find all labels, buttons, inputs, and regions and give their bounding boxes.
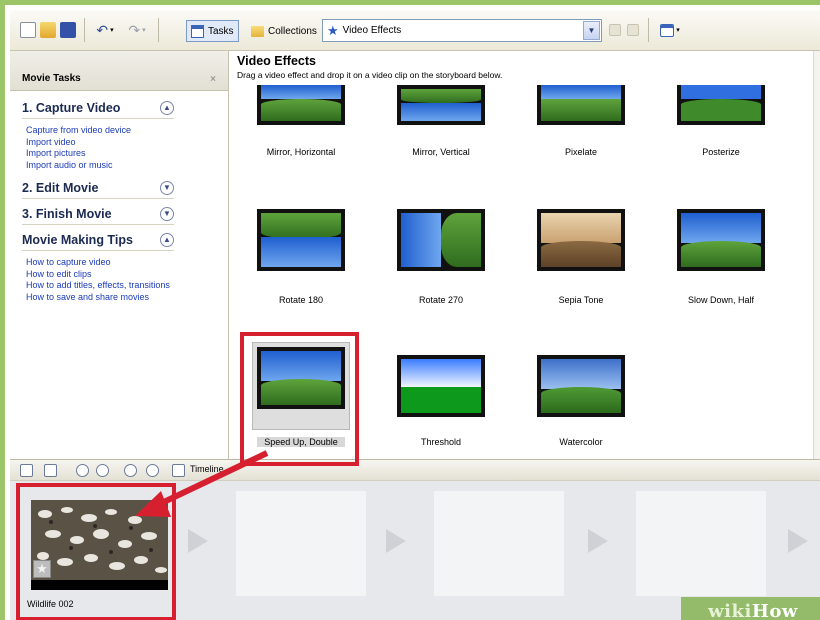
new-project-icon[interactable] xyxy=(18,20,38,40)
effect-item[interactable]: Threshold xyxy=(381,355,501,459)
birds-image xyxy=(31,500,168,590)
transition-slot[interactable] xyxy=(588,529,608,553)
section-edit-movie: 2. Edit Movie ▼ xyxy=(22,177,174,199)
effect-item[interactable]: Watercolor xyxy=(521,355,641,459)
link-import-audio[interactable]: Import audio or music xyxy=(26,160,174,172)
effect-item[interactable]: Rotate 180 xyxy=(241,209,361,317)
section-header[interactable]: 2. Edit Movie ▼ xyxy=(22,177,174,199)
chevron-up-icon[interactable]: ▲ xyxy=(160,100,174,115)
section-capture-video: 1. Capture Video ▲ Capture from video de… xyxy=(22,97,174,175)
video-effects-icon: ★ xyxy=(327,22,339,38)
tasks-toggle[interactable]: Tasks xyxy=(186,20,239,42)
tasks-pane-header: Movie Tasks × xyxy=(10,51,228,91)
storyboard-icon[interactable] xyxy=(20,464,33,477)
effect-item[interactable]: Mirror, Vertical xyxy=(381,85,501,193)
collections-icon xyxy=(251,25,264,37)
transition-slot[interactable] xyxy=(386,529,406,553)
zoom-in-icon[interactable] xyxy=(76,464,89,477)
link-how-to-capture[interactable]: How to capture video xyxy=(26,257,222,269)
rewind-icon[interactable] xyxy=(124,464,137,477)
wikihow-logo: wiki How xyxy=(681,597,820,620)
clip-slot[interactable] xyxy=(434,491,564,596)
vertical-scrollbar[interactable] xyxy=(813,51,820,459)
timeline-toolbar: Timeline xyxy=(10,459,820,481)
clip-thumbnail: ★ xyxy=(31,500,168,590)
tasks-icon xyxy=(191,24,204,38)
link-capture-from-device[interactable]: Capture from video device xyxy=(26,125,174,137)
new-folder-icon[interactable] xyxy=(624,20,642,40)
effect-item[interactable]: Rotate 270 xyxy=(381,209,501,317)
undo-icon[interactable]: ↶ ▾ xyxy=(90,20,120,40)
toolbar: ↶ ▾ ↷ ▾ Tasks Collections ★ Video Effects … xyxy=(10,10,820,51)
timeline-label[interactable]: Timeline xyxy=(190,464,224,474)
play-icon[interactable] xyxy=(146,464,159,477)
chevron-down-icon[interactable]: ▼ xyxy=(583,21,600,40)
effect-star-icon: ★ xyxy=(33,560,51,578)
link-how-to-edit[interactable]: How to edit clips xyxy=(26,269,222,281)
section-header[interactable]: 1. Capture Video ▲ xyxy=(22,97,174,119)
video-effects-pane: Video Effects Drag a video effect and dr… xyxy=(229,51,820,459)
chevron-down-icon[interactable]: ▼ xyxy=(160,206,174,221)
effect-item[interactable]: Sepia Tone xyxy=(521,209,641,317)
collections-toggle[interactable]: Collections xyxy=(246,20,322,42)
collection-dropdown[interactable]: ★ Video Effects ▼ xyxy=(322,19,602,42)
transition-slot[interactable] xyxy=(788,529,808,553)
clip-slot[interactable] xyxy=(636,491,766,596)
section-header[interactable]: Movie Making Tips ▲ xyxy=(22,229,174,251)
section-finish-movie: 3. Finish Movie ▼ xyxy=(22,203,174,225)
link-how-to-add-titles[interactable]: How to add titles, effects, transitions xyxy=(26,280,222,292)
redo-icon[interactable]: ↷ ▾ xyxy=(122,20,152,40)
clip-slot[interactable] xyxy=(236,491,366,596)
link-how-to-save[interactable]: How to save and share movies xyxy=(26,292,222,304)
storyboard-clip[interactable]: ★ Wildlife 002 xyxy=(23,490,171,616)
effect-item[interactable]: Posterize xyxy=(661,85,781,193)
views-icon[interactable]: ▾ xyxy=(655,20,685,40)
clip-label: Wildlife 002 xyxy=(27,599,74,609)
save-icon[interactable] xyxy=(58,20,78,40)
pane-subtitle: Drag a video effect and drop it on a vid… xyxy=(237,70,503,80)
section-movie-making-tips: Movie Making Tips ▲ How to capture video… xyxy=(22,229,174,307)
effect-item-selected[interactable]: Speed Up, Double xyxy=(241,342,361,455)
timeline-view-icon[interactable] xyxy=(172,464,185,477)
effect-item[interactable]: Pixelate xyxy=(521,85,641,193)
narrate-icon[interactable] xyxy=(44,464,57,477)
movie-tasks-pane: Movie Tasks × 1. Capture Video ▲ Capture… xyxy=(10,51,229,459)
up-folder-icon[interactable] xyxy=(606,20,624,40)
close-icon[interactable]: × xyxy=(210,74,216,85)
link-import-video[interactable]: Import video xyxy=(26,137,174,149)
open-icon[interactable] xyxy=(38,20,58,40)
pane-title: Video Effects xyxy=(237,54,316,68)
section-header[interactable]: 3. Finish Movie ▼ xyxy=(22,203,174,225)
app-window: ↶ ▾ ↷ ▾ Tasks Collections ★ Video Effects … xyxy=(0,0,820,620)
chevron-down-icon[interactable]: ▼ xyxy=(160,180,174,195)
zoom-out-icon[interactable] xyxy=(96,464,109,477)
effect-item[interactable]: Slow Down, Half xyxy=(661,209,781,317)
transition-slot[interactable] xyxy=(188,529,208,553)
effect-item[interactable]: Mirror, Horizontal xyxy=(241,85,361,193)
chevron-up-icon[interactable]: ▲ xyxy=(160,232,174,247)
link-import-pictures[interactable]: Import pictures xyxy=(26,148,174,160)
